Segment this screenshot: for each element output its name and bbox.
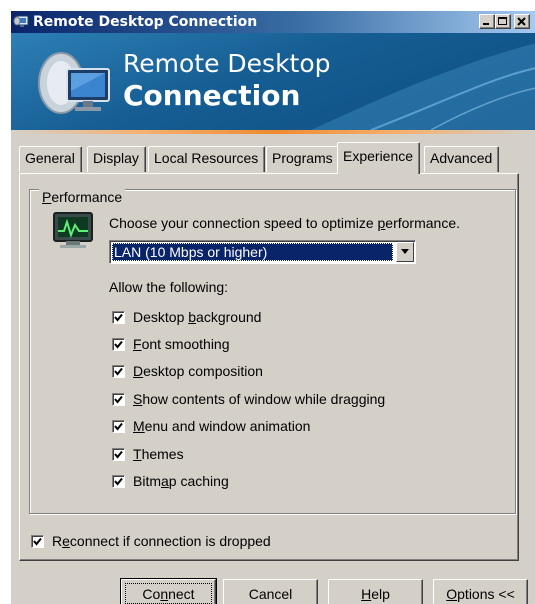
checkbox-label: Bitmap caching [133, 473, 229, 489]
checkmark-icon [33, 537, 42, 546]
maximize-icon [498, 17, 507, 25]
title-bar[interactable]: Remote Desktop Connection [11, 11, 535, 33]
checkbox[interactable] [112, 393, 125, 406]
tab-general[interactable]: General [19, 146, 82, 172]
tab-programs[interactable]: Programs [266, 146, 340, 172]
checkbox[interactable] [112, 311, 125, 324]
allow-following-label: Allow the following: [109, 279, 229, 295]
connect-button[interactable]: Connect [120, 578, 217, 604]
tab-experience-label: Experience [343, 148, 414, 164]
performance-groupbox [29, 189, 516, 514]
focus-rect [125, 583, 212, 604]
rdc-window: Remote Desktop Connection Remote Desktop [10, 10, 535, 604]
banner-accent-bar [11, 130, 535, 134]
tab-local-resources[interactable]: Local Resources [148, 146, 266, 172]
tab-local-resources-label: Local Resources [154, 150, 259, 166]
remote-desktop-logo-icon [38, 52, 110, 114]
checkbox[interactable] [112, 365, 125, 378]
checkbox[interactable] [112, 448, 125, 461]
tab-experience[interactable]: Experience [337, 142, 421, 174]
speed-prompt: Choose your connection speed to optimize… [109, 215, 460, 231]
checkmark-icon [114, 340, 123, 349]
reconnect-label: Reconnect if connection is dropped [52, 533, 271, 549]
tab-general-label: General [25, 150, 75, 166]
options-button[interactable]: Options << [433, 579, 528, 604]
close-icon [517, 17, 526, 26]
checkbox-label: Show contents of window while dragging [133, 391, 386, 407]
dropdown-button[interactable] [396, 242, 414, 262]
tab-programs-label: Programs [272, 150, 333, 166]
window-title: Remote Desktop Connection [33, 14, 258, 30]
chevron-down-icon [401, 249, 409, 254]
checkbox-label: Menu and window animation [133, 418, 311, 434]
checkbox[interactable] [112, 475, 125, 488]
maximize-button[interactable] [495, 14, 511, 29]
checkbox[interactable] [112, 420, 125, 433]
checkmark-icon [114, 367, 123, 376]
checkbox-label: Font smoothing [133, 336, 230, 352]
checkbox-label: Desktop composition [133, 363, 263, 379]
checkbox[interactable] [112, 338, 125, 351]
cancel-button[interactable]: Cancel [223, 579, 318, 604]
tab-display-label: Display [93, 150, 139, 166]
close-button[interactable] [514, 14, 530, 29]
cancel-label: Cancel [248, 586, 293, 602]
banner-title-line2: Connection [123, 79, 301, 112]
minimize-button[interactable] [479, 14, 495, 29]
banner-title-line1: Remote Desktop [123, 49, 331, 78]
checkbox-label: Desktop background [133, 309, 262, 325]
tab-advanced[interactable]: Advanced [424, 146, 500, 172]
performance-group-label: Performance [39, 189, 126, 205]
tab-display[interactable]: Display [87, 146, 146, 172]
remote-desktop-app-icon[interactable] [13, 14, 29, 30]
checkmark-icon [114, 477, 123, 486]
checkbox-label: Themes [133, 446, 184, 462]
help-button[interactable]: Help [328, 579, 423, 604]
connection-speed-select[interactable]: LAN (10 Mbps or higher) [109, 240, 416, 264]
minimize-icon [483, 23, 489, 25]
help-label: Help [361, 586, 390, 602]
checkmark-icon [114, 450, 123, 459]
options-label: Options << [446, 586, 515, 602]
reconnect-checkbox[interactable] [31, 535, 44, 548]
checkmark-icon [114, 313, 123, 322]
tab-advanced-label: Advanced [430, 150, 493, 166]
performance-monitor-icon [53, 212, 93, 248]
checkmark-icon [114, 422, 123, 431]
checkmark-icon [114, 395, 123, 404]
connection-speed-value: LAN (10 Mbps or higher) [112, 243, 393, 261]
banner: Remote Desktop Connection [11, 33, 535, 130]
